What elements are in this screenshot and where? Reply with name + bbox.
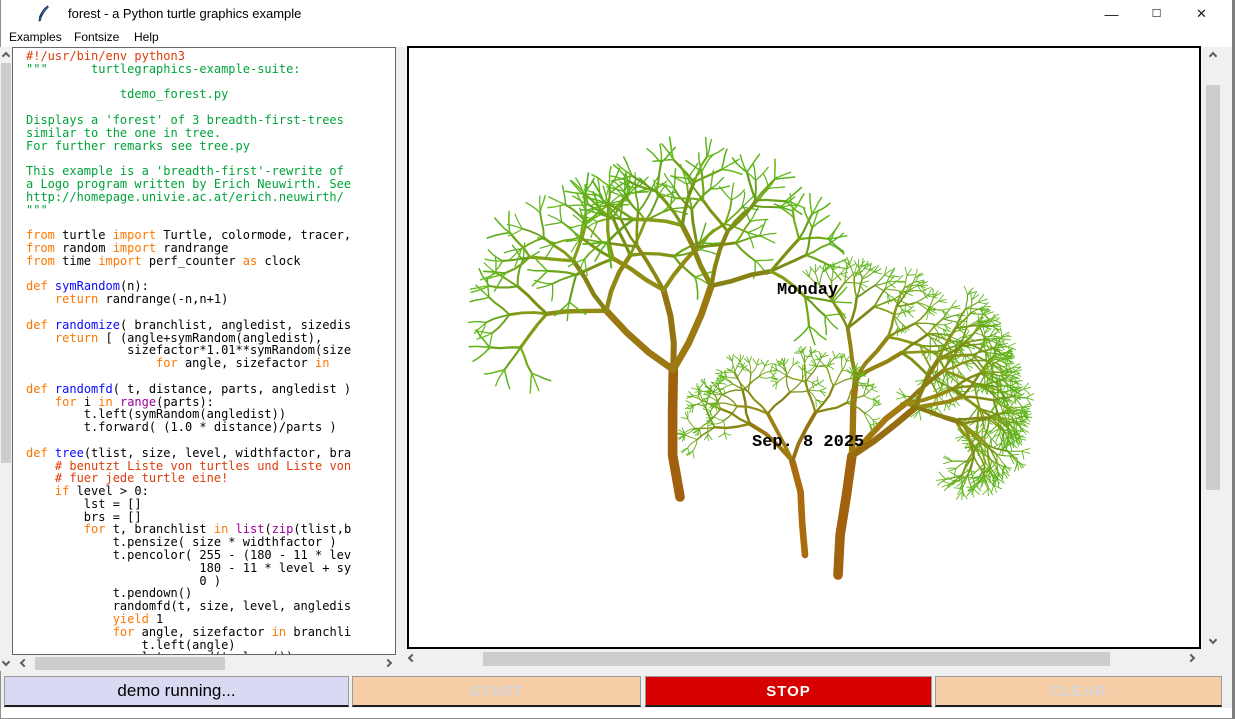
title-bar: forest - a Python turtle graphics exampl… [1, 0, 1234, 28]
canvas-label: Monday [777, 281, 838, 300]
canvas-vscroll-thumb[interactable] [1206, 85, 1220, 490]
code-horizontal-scrollbar[interactable] [16, 656, 396, 671]
scroll-up-icon[interactable] [0, 50, 12, 62]
menu-help[interactable]: Help [128, 28, 165, 47]
canvas-scroll-right-icon[interactable] [1185, 652, 1197, 664]
code-vscroll-thumb[interactable] [1, 63, 11, 463]
canvas-hscroll-thumb[interactable] [483, 652, 1110, 666]
scroll-right-icon[interactable] [382, 657, 394, 669]
canvas-scroll-up-icon[interactable] [1207, 50, 1219, 62]
status-label: demo running... [4, 676, 349, 707]
code-hscroll-thumb[interactable] [35, 657, 225, 670]
scroll-down-icon[interactable] [0, 656, 12, 668]
stop-button[interactable]: STOP [645, 676, 932, 707]
code-view[interactable]: #!/usr/bin/env python3""" turtlegraphics… [12, 47, 396, 655]
menu-examples[interactable]: Examples [3, 28, 68, 47]
canvas-vertical-scrollbar[interactable] [1204, 47, 1222, 649]
scroll-left-icon[interactable] [18, 657, 30, 669]
clear-button[interactable]: CLEAR [935, 676, 1222, 707]
window-bottom-strip [1, 708, 1234, 718]
menu-bar: Examples Fontsize Help [1, 28, 1234, 47]
code-vertical-scrollbar[interactable] [0, 47, 12, 671]
window-title: forest - a Python turtle graphics exampl… [68, 0, 301, 28]
canvas-horizontal-scrollbar[interactable] [403, 650, 1200, 667]
maximize-icon[interactable]: ☐ [1134, 0, 1179, 28]
canvas-scroll-left-icon[interactable] [406, 652, 418, 664]
feather-icon [35, 5, 51, 23]
app-window: forest - a Python turtle graphics exampl… [0, 0, 1235, 719]
canvas-label: Sep. 8 2025 [752, 433, 864, 452]
start-button[interactable]: START [352, 676, 641, 707]
close-icon[interactable]: ✕ [1179, 0, 1224, 28]
code-text: #!/usr/bin/env python3""" turtlegraphics… [13, 48, 395, 655]
minimize-icon[interactable]: — [1089, 0, 1134, 28]
menu-fontsize[interactable]: Fontsize [68, 28, 125, 47]
turtle-canvas: Monday Sep. 8 2025 [407, 46, 1201, 649]
forest-drawing: Monday Sep. 8 2025 [409, 48, 1199, 647]
canvas-scroll-down-icon[interactable] [1207, 634, 1219, 646]
